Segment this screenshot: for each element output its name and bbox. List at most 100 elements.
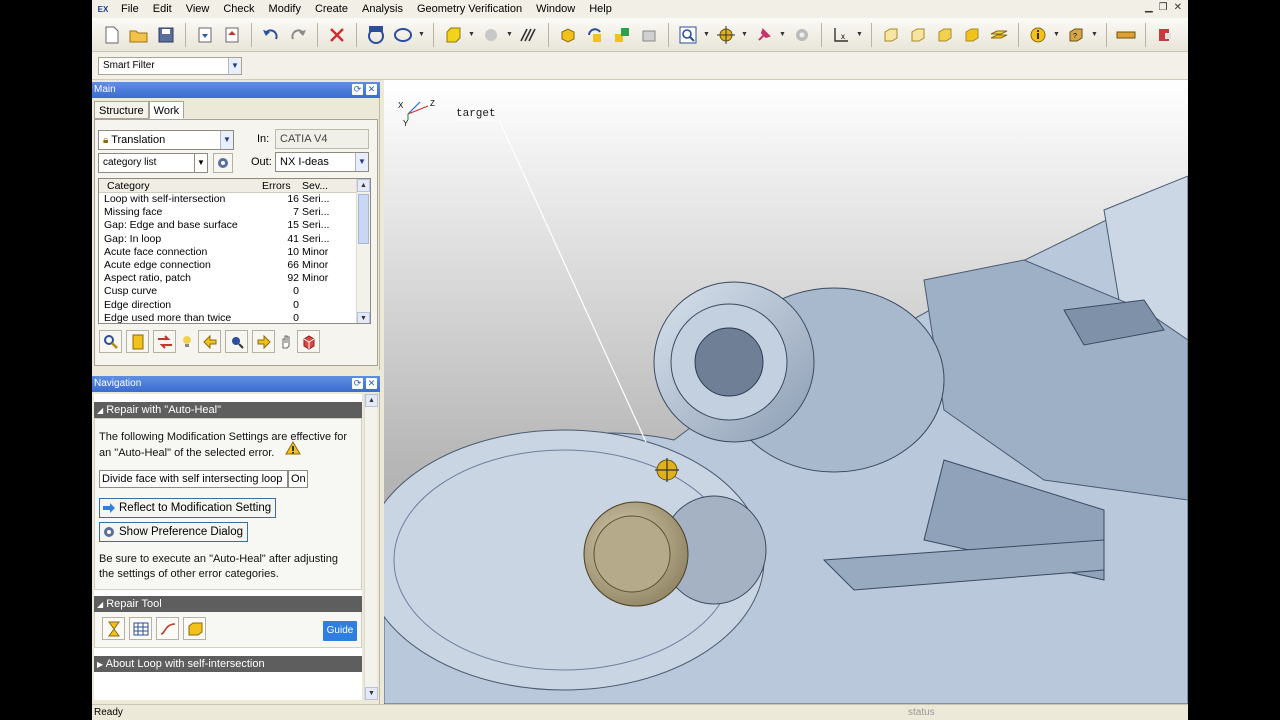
- dropdown-arrow-icon[interactable]: ▼: [418, 31, 426, 38]
- settings-gear-icon[interactable]: [213, 153, 233, 173]
- guide-button[interactable]: Guide: [323, 621, 357, 641]
- mode-dropdown[interactable]: 🔒︎ Translation ▼: [98, 130, 234, 150]
- layers-icon[interactable]: [637, 23, 661, 47]
- setting-value-field[interactable]: On: [288, 470, 308, 488]
- dropdown-arrow-icon[interactable]: ▼: [1091, 31, 1099, 38]
- dropdown-arrow-icon[interactable]: ▼: [506, 31, 514, 38]
- menu-file[interactable]: File: [114, 0, 146, 18]
- menu-edit[interactable]: Edit: [146, 0, 179, 18]
- scroll-down-icon[interactable]: ▼: [365, 687, 378, 700]
- shaded-box-icon[interactable]: [441, 23, 465, 47]
- table-row[interactable]: Missing face 7 Seri...: [99, 206, 370, 219]
- repair-tool-header[interactable]: ◢ Repair Tool: [94, 596, 362, 612]
- lightbulb-icon[interactable]: [180, 330, 194, 353]
- measure-icon[interactable]: ?: [1064, 23, 1088, 47]
- pin-icon[interactable]: [752, 23, 776, 47]
- table-row[interactable]: Aspect ratio, patch 92 Minor: [99, 272, 370, 285]
- out-format-dropdown[interactable]: NX I-deas ▼: [275, 152, 369, 172]
- target-annotation[interactable]: target: [456, 108, 496, 120]
- hand-icon[interactable]: [279, 330, 293, 353]
- restore-icon[interactable]: ❐: [1159, 2, 1168, 13]
- cube-select-icon[interactable]: [556, 23, 580, 47]
- sphere-icon[interactable]: [479, 23, 503, 47]
- curve-tool-icon[interactable]: [156, 617, 179, 640]
- 3d-viewport[interactable]: target X Y Z: [384, 80, 1188, 704]
- close-panel-icon[interactable]: ✕: [366, 84, 377, 95]
- pin-panel-icon[interactable]: ⟳: [352, 84, 363, 95]
- table-row[interactable]: Acute edge connection 66 Minor: [99, 259, 370, 272]
- import-icon[interactable]: [193, 23, 217, 47]
- delete-icon[interactable]: [325, 23, 349, 47]
- 3d-model-canvas[interactable]: target X Y Z: [384, 80, 1188, 704]
- chevron-down-icon[interactable]: ▼: [220, 131, 233, 149]
- zoom-icon[interactable]: [676, 23, 700, 47]
- reflect-to-modification-button[interactable]: Reflect to Modification Setting: [99, 498, 277, 518]
- minimize-icon[interactable]: ▁: [1145, 2, 1153, 13]
- menu-analysis[interactable]: Analysis: [355, 0, 410, 18]
- scroll-thumb[interactable]: [358, 194, 369, 244]
- table-row[interactable]: Edge used more than twice 0: [99, 312, 370, 323]
- auto-rotate-icon[interactable]: [364, 23, 388, 47]
- show-preference-dialog-button[interactable]: Show Preference Dialog: [99, 522, 249, 542]
- new-file-icon[interactable]: [100, 23, 124, 47]
- info-icon[interactable]: [1026, 23, 1050, 47]
- column-errors[interactable]: Errors: [262, 179, 291, 193]
- menu-create[interactable]: Create: [308, 0, 355, 18]
- table-row[interactable]: Acute face connection 10 Minor: [99, 246, 370, 259]
- pin-panel-icon[interactable]: ⟳: [352, 378, 363, 389]
- about-error-header[interactable]: ▶ About Loop with self-intersection: [94, 656, 362, 672]
- exit-icon[interactable]: [1153, 23, 1177, 47]
- list-scrollbar[interactable]: ▲ ▼: [356, 179, 370, 323]
- scroll-up-icon[interactable]: ▲: [365, 394, 378, 407]
- close-panel-icon[interactable]: ✕: [366, 378, 377, 389]
- table-row[interactable]: Gap: In loop 41 Seri...: [99, 233, 370, 246]
- next-arrow-icon[interactable]: [252, 330, 275, 353]
- search-error-icon[interactable]: [99, 330, 122, 353]
- menu-check[interactable]: Check: [216, 0, 261, 18]
- axis-icon[interactable]: x: [829, 23, 853, 47]
- redo-icon[interactable]: [286, 23, 310, 47]
- menu-help[interactable]: Help: [582, 0, 619, 18]
- table-row[interactable]: Edge direction 0: [99, 299, 370, 312]
- dropdown-arrow-icon[interactable]: ▼: [779, 31, 787, 38]
- refresh-model-icon[interactable]: [583, 23, 607, 47]
- view-iso-icon[interactable]: [960, 23, 984, 47]
- dropdown-arrow-icon[interactable]: ▼: [1053, 31, 1061, 38]
- rotate-view-icon[interactable]: [391, 23, 415, 47]
- table-row[interactable]: Cusp curve 0: [99, 285, 370, 298]
- column-category[interactable]: Category: [107, 179, 150, 193]
- chevron-down-icon[interactable]: ▼: [194, 154, 207, 172]
- scroll-up-icon[interactable]: ▲: [357, 179, 370, 192]
- transfer-icon[interactable]: [153, 330, 176, 353]
- repair-autoheal-header[interactable]: ◢ Repair with "Auto-Heal": [94, 402, 362, 418]
- tab-structure[interactable]: Structure: [94, 101, 149, 119]
- view-top-icon[interactable]: [906, 23, 930, 47]
- dropdown-arrow-icon[interactable]: ▼: [703, 31, 711, 38]
- save-icon[interactable]: [154, 23, 178, 47]
- menu-modify[interactable]: Modify: [262, 0, 308, 18]
- hourglass-tool-icon[interactable]: [102, 617, 125, 640]
- export-icon[interactable]: [220, 23, 244, 47]
- navigation-scrollbar[interactable]: ▲ ▼: [364, 394, 378, 700]
- view-stack-icon[interactable]: [987, 23, 1011, 47]
- isolate-cube-icon[interactable]: [297, 330, 320, 353]
- chevron-down-icon[interactable]: ▼: [228, 58, 241, 74]
- table-row[interactable]: Loop with self-intersection 16 Seri...: [99, 193, 370, 206]
- list-mode-dropdown[interactable]: category list ▼: [98, 153, 208, 173]
- table-row[interactable]: Gap: Edge and base surface 15 Seri...: [99, 219, 370, 232]
- close-icon[interactable]: ✕: [1174, 2, 1182, 13]
- dropdown-arrow-icon[interactable]: ▼: [856, 31, 864, 38]
- menu-geometry-verification[interactable]: Geometry Verification: [410, 0, 529, 18]
- open-folder-icon[interactable]: [127, 23, 151, 47]
- column-severity[interactable]: Sev...: [302, 179, 328, 193]
- locate-icon[interactable]: [225, 330, 248, 353]
- disabled-gear-icon[interactable]: [790, 23, 814, 47]
- dropdown-arrow-icon[interactable]: ▼: [468, 31, 476, 38]
- view-front-icon[interactable]: [879, 23, 903, 47]
- report-icon[interactable]: [126, 330, 149, 353]
- compass-icon[interactable]: [714, 23, 738, 47]
- mesh-tool-icon[interactable]: [129, 617, 152, 640]
- assembly-icon[interactable]: [610, 23, 634, 47]
- scroll-down-icon[interactable]: ▼: [357, 312, 370, 323]
- hatch-icon[interactable]: [517, 23, 541, 47]
